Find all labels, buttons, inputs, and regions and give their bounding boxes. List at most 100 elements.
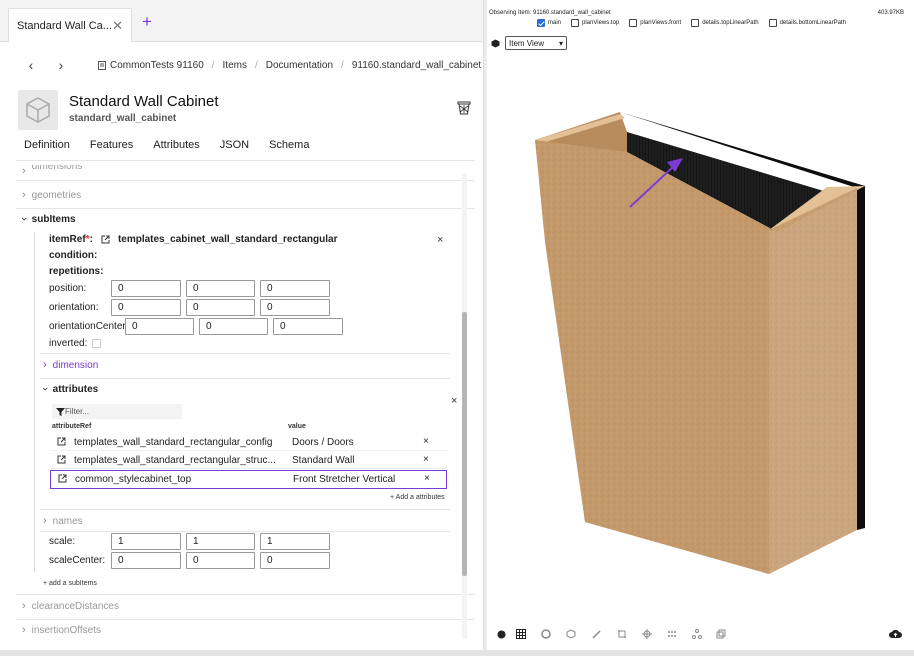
position-y-input[interactable]: 0 — [186, 280, 255, 297]
attribute-value[interactable]: Doors / Doors — [292, 437, 354, 448]
target-icon[interactable] — [641, 628, 653, 640]
check-label: main — [548, 20, 562, 26]
external-link-icon[interactable] — [101, 235, 110, 244]
remove-row-icon[interactable]: × — [423, 454, 429, 465]
orientation-y-input[interactable]: 0 — [186, 299, 255, 316]
attributes-filter[interactable]: Filter... — [52, 404, 182, 419]
checkbox[interactable] — [691, 19, 700, 27]
attribute-row[interactable]: templates_wall_standard_rectangular_conf… — [50, 434, 447, 451]
dots-grid-icon[interactable] — [666, 628, 678, 640]
checkbox-checked[interactable] — [537, 19, 545, 27]
remove-attributes-icon[interactable]: × — [451, 395, 457, 407]
section-label: subItems — [31, 213, 76, 225]
tab-standard-wall-cabinet[interactable]: Standard Wall Ca... ✕ — [8, 8, 132, 42]
divider — [16, 619, 475, 620]
orientation-center-x-input[interactable]: 0 — [125, 318, 194, 335]
orientation-center-y-input[interactable]: 0 — [199, 318, 268, 335]
page-subtitle: standard_wall_cabinet — [69, 113, 177, 124]
orientation-x-input[interactable]: 0 — [111, 299, 181, 316]
view-select[interactable]: Item View ▾ — [505, 36, 567, 50]
forward-arrow-icon[interactable]: › — [46, 57, 76, 73]
external-link-icon[interactable] — [57, 455, 66, 464]
checkbox[interactable] — [629, 19, 638, 27]
crop-icon[interactable] — [616, 628, 628, 640]
check-label: planViews.front — [640, 20, 682, 26]
itemref-value[interactable]: templates_cabinet_wall_standard_rectangu… — [118, 234, 338, 245]
layer-checkboxes: main planViews.top planViews.front detai… — [537, 19, 846, 27]
col-value: value — [288, 423, 306, 430]
tab-attributes[interactable]: Attributes — [153, 139, 199, 151]
external-link-icon[interactable] — [57, 437, 66, 446]
box-icon[interactable] — [565, 628, 577, 640]
tab-definition[interactable]: Definition — [24, 139, 70, 151]
inverted-checkbox[interactable] — [92, 339, 102, 348]
attribute-value[interactable]: Standard Wall — [292, 455, 354, 466]
attribute-value[interactable]: Front Stretcher Vertical — [293, 474, 395, 485]
tab-schema[interactable]: Schema — [269, 139, 309, 151]
position-z-input[interactable]: 0 — [260, 280, 330, 297]
scale-center-y-input[interactable]: 0 — [186, 552, 255, 569]
attribute-ref: templates_wall_standard_rectangular_conf… — [74, 437, 273, 448]
dimension-toggle[interactable]: › dimension — [43, 359, 98, 371]
brush-icon[interactable] — [591, 628, 603, 640]
external-link-icon[interactable] — [58, 474, 67, 483]
add-attributes-link[interactable]: + Add a attributes — [390, 494, 445, 501]
bottom-strip — [0, 650, 914, 656]
3d-viewport[interactable] — [487, 52, 914, 622]
scale-x-input[interactable]: 1 — [111, 533, 181, 550]
section-dimensions[interactable]: › dimensions — [22, 165, 82, 177]
orientation-center-label: orientationCenter — [49, 321, 125, 332]
page-title: Standard Wall Cabinet — [69, 93, 219, 110]
breadcrumb-items[interactable]: Items — [223, 60, 247, 71]
hierarchy-icon[interactable] — [691, 628, 703, 640]
orientation-z-input[interactable]: 0 — [260, 299, 330, 316]
tab-bar: Standard Wall Ca... ✕ + — [0, 0, 483, 42]
back-arrow-icon[interactable]: ‹ — [16, 57, 46, 73]
section-subitems[interactable]: › subItems — [18, 213, 76, 225]
remove-row-icon[interactable]: × — [423, 436, 429, 447]
scale-center-x-input[interactable]: 0 — [111, 552, 181, 569]
tab-features[interactable]: Features — [90, 139, 133, 151]
circle-icon[interactable] — [540, 628, 552, 640]
remove-subitem-icon[interactable]: × — [437, 234, 443, 246]
scale-y-input[interactable]: 1 — [186, 533, 255, 550]
scale-center-label: scaleCenter: — [49, 555, 106, 566]
names-toggle[interactable]: › names — [43, 515, 83, 527]
tab-json[interactable]: JSON — [220, 139, 249, 151]
section-clearance-distances[interactable]: › clearanceDistances — [22, 600, 119, 612]
position-x-input[interactable]: 0 — [111, 280, 181, 297]
checkbox[interactable] — [768, 19, 777, 27]
close-icon[interactable]: ✕ — [112, 18, 123, 34]
remove-row-icon[interactable]: × — [424, 473, 430, 484]
palette-icon[interactable] — [495, 628, 507, 640]
check-details-bottom[interactable]: details.bottomLinearPath — [768, 19, 846, 27]
orientation-center-z-input[interactable]: 0 — [273, 318, 343, 335]
attribute-row[interactable]: templates_wall_standard_rectangular_stru… — [50, 452, 447, 469]
scale-center-z-input[interactable]: 0 — [260, 552, 330, 569]
section-geometries[interactable]: › geometries — [22, 189, 81, 201]
names-label: names — [52, 515, 83, 527]
cube-icon — [18, 90, 58, 130]
attributes-label: attributes — [52, 383, 99, 395]
add-subitems-link[interactable]: + add a subItems — [43, 580, 97, 587]
scale-z-input[interactable]: 1 — [260, 533, 330, 550]
attributes-toggle[interactable]: › attributes — [39, 383, 99, 395]
scrollbar-thumb[interactable] — [462, 312, 467, 576]
check-main[interactable]: main — [537, 19, 561, 27]
breadcrumb-home[interactable]: CommonTests 91160 — [98, 60, 204, 71]
attribute-row-selected[interactable]: common_stylecabinet_top Front Stretcher … — [50, 470, 447, 489]
layers-icon[interactable] — [715, 628, 727, 640]
check-planviews-front[interactable]: planViews.front — [629, 19, 681, 27]
cloud-upload-icon[interactable] — [888, 628, 902, 640]
checkbox[interactable] — [571, 19, 580, 27]
trash-icon[interactable] — [456, 100, 472, 119]
check-label: planViews.top — [582, 20, 620, 26]
check-planviews-top[interactable]: planViews.top — [571, 19, 619, 27]
breadcrumb-documentation[interactable]: Documentation — [266, 60, 333, 71]
section-label: dimensions — [31, 165, 83, 172]
divider — [16, 180, 475, 181]
plus-icon[interactable]: + — [142, 12, 152, 32]
grid-icon[interactable] — [515, 628, 527, 640]
check-details-top[interactable]: details.topLinearPath — [691, 19, 759, 27]
section-insertion-offsets[interactable]: › insertionOffsets — [22, 624, 101, 636]
